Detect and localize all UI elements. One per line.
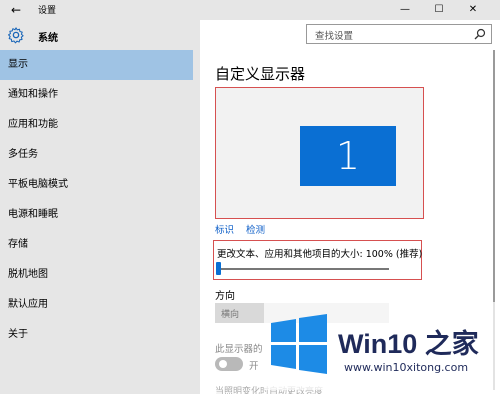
sidebar-item-multitasking[interactable]: 多任务	[0, 140, 193, 170]
windows-logo-icon	[271, 314, 327, 374]
title-bar: ← 设置 — ☐ ✕	[0, 0, 500, 20]
orientation-value: 横向	[221, 310, 240, 320]
sidebar-item-offline-maps[interactable]: 脱机地图	[0, 260, 193, 290]
toggle-knob	[219, 360, 227, 368]
watermark: Win10 之家 www.win10xitong.com	[264, 302, 496, 390]
scale-slider-track[interactable]	[219, 268, 389, 270]
sidebar-item-display[interactable]: 显示	[0, 50, 193, 80]
search-icon[interactable]	[474, 28, 486, 40]
search-input[interactable]: 查找设置	[315, 28, 353, 42]
identify-link[interactable]: 标识	[215, 222, 234, 236]
orientation-label: 方向	[215, 291, 235, 302]
lock-rotation-label: 此显示器的	[215, 344, 263, 355]
window-title: 设置	[38, 6, 57, 16]
sidebar-item-tablet-mode[interactable]: 平板电脑模式	[0, 170, 193, 200]
page-title: 自定义显示器	[215, 65, 306, 83]
sidebar-item-apps[interactable]: 应用和功能	[0, 110, 193, 140]
maximize-button[interactable]: ☐	[422, 0, 456, 20]
scale-setting: 更改文本、应用和其他项目的大小: 100% (推荐)	[213, 240, 422, 280]
back-button[interactable]: ←	[8, 2, 24, 18]
sidebar-scrollbar[interactable]	[193, 50, 200, 394]
monitor-arrangement-area: 1	[215, 87, 424, 219]
lock-rotation-toggle[interactable]	[215, 357, 243, 371]
sidebar: 系统 显示 通知和操作 应用和功能 多任务 平板电脑模式 电源和睡眠 存储 脱机…	[0, 20, 200, 394]
close-button[interactable]: ✕	[456, 0, 490, 20]
sidebar-header: 系统	[0, 20, 200, 50]
search-box[interactable]: 查找设置	[306, 24, 492, 44]
scale-slider-thumb[interactable]	[216, 262, 221, 275]
watermark-url: www.win10xitong.com	[344, 361, 469, 374]
app-name: 系统	[38, 33, 58, 44]
gear-icon	[8, 27, 24, 44]
minimize-button[interactable]: —	[388, 0, 422, 20]
scale-label: 更改文本、应用和其他项目的大小: 100% (推荐)	[217, 249, 423, 260]
monitor-1[interactable]: 1	[300, 126, 396, 186]
sidebar-item-notifications[interactable]: 通知和操作	[0, 80, 193, 110]
watermark-brand: Win10 之家	[338, 329, 479, 359]
sidebar-item-about[interactable]: 关于	[0, 320, 193, 350]
toggle-state-text: 开	[249, 361, 259, 372]
sidebar-item-power-sleep[interactable]: 电源和睡眠	[0, 200, 193, 230]
detect-link[interactable]: 检测	[246, 222, 265, 236]
sidebar-item-default-apps[interactable]: 默认应用	[0, 290, 193, 320]
sidebar-item-storage[interactable]: 存储	[0, 230, 193, 260]
